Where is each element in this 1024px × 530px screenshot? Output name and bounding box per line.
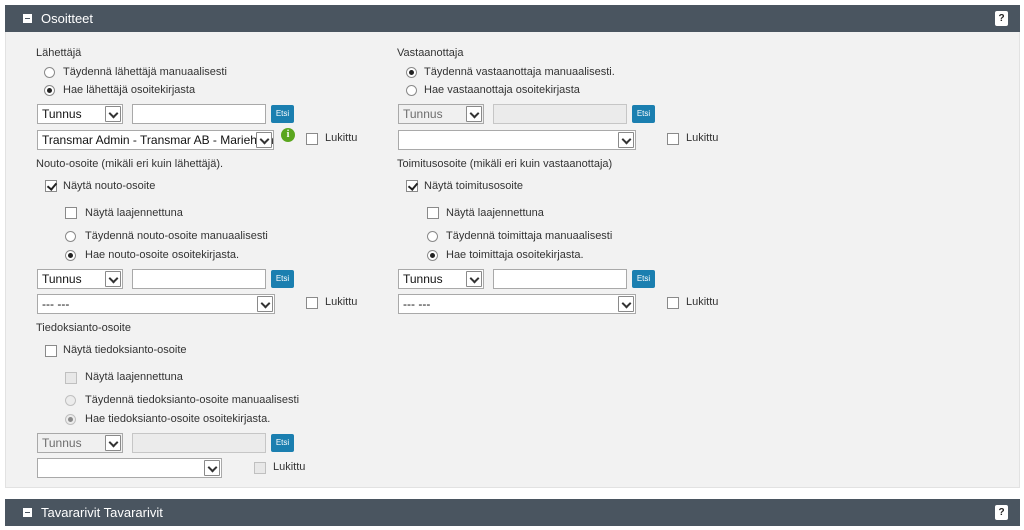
chevron-down-icon xyxy=(466,106,482,122)
notify-key-select[interactable]: Tunnus xyxy=(37,433,123,453)
pickup-key-select[interactable]: Tunnus xyxy=(37,269,123,289)
sender-manual-radio[interactable] xyxy=(44,67,55,78)
sender-search-button[interactable]: Etsi xyxy=(271,105,294,123)
receiver-manual-radio[interactable] xyxy=(406,67,417,78)
sender-book-radio[interactable] xyxy=(44,85,55,96)
chevron-down-icon xyxy=(105,435,121,451)
delivery-lock-label: Lukittu xyxy=(686,296,719,308)
section-title: Osoitteet xyxy=(41,11,94,26)
notify-heading: Tiedoksianto-osoite xyxy=(36,322,131,334)
sender-address-select[interactable]: Transmar Admin - Transmar AB - Mariehamn xyxy=(37,130,274,150)
chevron-down-icon xyxy=(256,132,272,148)
chevron-down-icon xyxy=(618,296,634,312)
chevron-down-icon xyxy=(257,296,273,312)
sender-book-label: Hae lähettäjä osoitekirjasta xyxy=(63,84,196,96)
receiver-manual-label: Täydennä vastaanottaja manuaalisesti. xyxy=(424,66,615,78)
sender-manual-label: Täydennä lähettäjä manuaalisesti xyxy=(63,66,227,78)
notify-search-input[interactable] xyxy=(132,433,266,453)
delivery-key-select[interactable]: Tunnus xyxy=(398,269,484,289)
chevron-down-icon xyxy=(204,460,220,476)
pickup-show-label: Näytä nouto-osoite xyxy=(63,180,156,192)
delivery-expanded-label: Näytä laajennettuna xyxy=(446,207,544,219)
delivery-expanded-checkbox[interactable] xyxy=(427,207,439,219)
receiver-book-radio[interactable] xyxy=(406,85,417,96)
pickup-book-label: Hae nouto-osoite osoitekirjasta. xyxy=(85,249,240,261)
help-icon[interactable]: ? xyxy=(995,505,1008,520)
notify-expanded-checkbox[interactable] xyxy=(65,372,77,384)
notify-manual-label: Täydennä tiedoksianto-osoite manuaalises… xyxy=(85,394,300,406)
chevron-down-icon xyxy=(466,271,482,287)
collapse-icon[interactable] xyxy=(23,14,32,23)
receiver-lock-checkbox[interactable] xyxy=(667,133,679,145)
notify-expanded-label: Näytä laajennettuna xyxy=(85,371,183,383)
delivery-heading: Toimitusosoite (mikäli eri kuin vastaano… xyxy=(397,158,613,170)
notify-address-select[interactable] xyxy=(37,458,222,478)
receiver-book-label: Hae vastaanottaja osoitekirjasta xyxy=(424,84,580,96)
notify-book-label: Hae tiedoksianto-osoite osoitekirjasta. xyxy=(85,413,271,425)
notify-manual-radio[interactable] xyxy=(65,395,76,406)
pickup-lock-checkbox[interactable] xyxy=(306,297,318,309)
delivery-book-radio[interactable] xyxy=(427,250,438,261)
chevron-down-icon xyxy=(105,106,121,122)
pickup-search-input[interactable] xyxy=(132,269,266,289)
notify-lock-label: Lukittu xyxy=(273,461,306,473)
receiver-heading: Vastaanottaja xyxy=(397,47,464,59)
pickup-manual-label: Täydennä nouto-osoite manuaalisesti xyxy=(85,230,268,242)
pickup-address-select[interactable]: --- --- xyxy=(37,294,275,314)
sender-heading: Lähettäjä xyxy=(36,47,82,59)
pickup-lock-label: Lukittu xyxy=(325,296,358,308)
delivery-manual-radio[interactable] xyxy=(427,231,438,242)
receiver-lock-label: Lukittu xyxy=(686,132,719,144)
sender-lock-checkbox[interactable] xyxy=(306,133,318,145)
sender-lock-label: Lukittu xyxy=(325,132,358,144)
pickup-search-button[interactable]: Etsi xyxy=(271,270,294,288)
delivery-lock-checkbox[interactable] xyxy=(667,297,679,309)
delivery-manual-label: Täydennä toimittaja manuaalisesti xyxy=(446,230,613,242)
notify-show-checkbox[interactable] xyxy=(45,345,57,357)
delivery-search-button[interactable]: Etsi xyxy=(632,270,655,288)
pickup-manual-radio[interactable] xyxy=(65,231,76,242)
sender-key-select[interactable]: Tunnus xyxy=(37,104,123,124)
chevron-down-icon xyxy=(105,271,121,287)
notify-lock-checkbox[interactable] xyxy=(254,462,266,474)
delivery-address-select[interactable]: --- --- xyxy=(398,294,636,314)
notify-search-button[interactable]: Etsi xyxy=(271,434,294,452)
pickup-show-checkbox[interactable] xyxy=(45,180,57,192)
delivery-search-input[interactable] xyxy=(493,269,627,289)
chevron-down-icon xyxy=(618,132,634,148)
collapse-icon[interactable] xyxy=(23,508,32,517)
section-header-goods[interactable]: Tavararivit Tavararivit ? xyxy=(5,499,1020,526)
receiver-search-button[interactable]: Etsi xyxy=(632,105,655,123)
pickup-expanded-checkbox[interactable] xyxy=(65,207,77,219)
delivery-book-label: Hae toimittaja osoitekirjasta. xyxy=(446,249,584,261)
receiver-search-input[interactable] xyxy=(493,104,627,124)
notify-show-label: Näytä tiedoksianto-osoite xyxy=(63,344,187,356)
section-header-addresses[interactable]: Osoitteet ? xyxy=(5,5,1020,32)
section-title: Tavararivit Tavararivit xyxy=(41,505,163,520)
info-icon[interactable]: i xyxy=(281,128,295,142)
pickup-book-radio[interactable] xyxy=(65,250,76,261)
receiver-key-select[interactable]: Tunnus xyxy=(398,104,484,124)
sender-search-input[interactable] xyxy=(132,104,266,124)
pickup-heading: Nouto-osoite (mikäli eri kuin lähettäjä)… xyxy=(36,158,224,170)
help-icon[interactable]: ? xyxy=(995,11,1008,26)
delivery-show-label: Näytä toimitusosoite xyxy=(424,180,524,192)
notify-book-radio[interactable] xyxy=(65,414,76,425)
receiver-address-select[interactable] xyxy=(398,130,636,150)
delivery-show-checkbox[interactable] xyxy=(406,180,418,192)
pickup-expanded-label: Näytä laajennettuna xyxy=(85,207,183,219)
